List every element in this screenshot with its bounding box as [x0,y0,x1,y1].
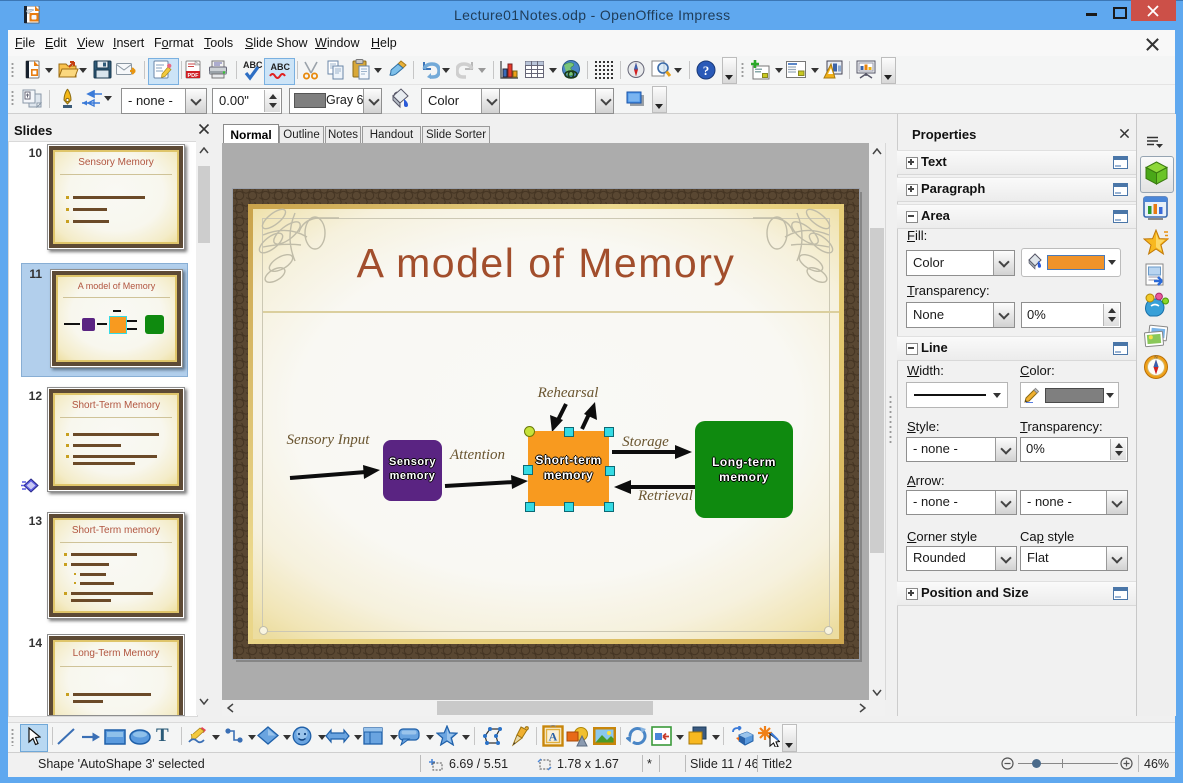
svg-text:ABC: ABC [271,62,291,72]
svg-text:ABC: ABC [243,60,263,70]
svg-text:?: ? [703,63,710,78]
svg-text:PDF: PDF [188,73,200,79]
svg-text:A: A [549,730,558,744]
svg-text:N: N [1154,355,1157,360]
